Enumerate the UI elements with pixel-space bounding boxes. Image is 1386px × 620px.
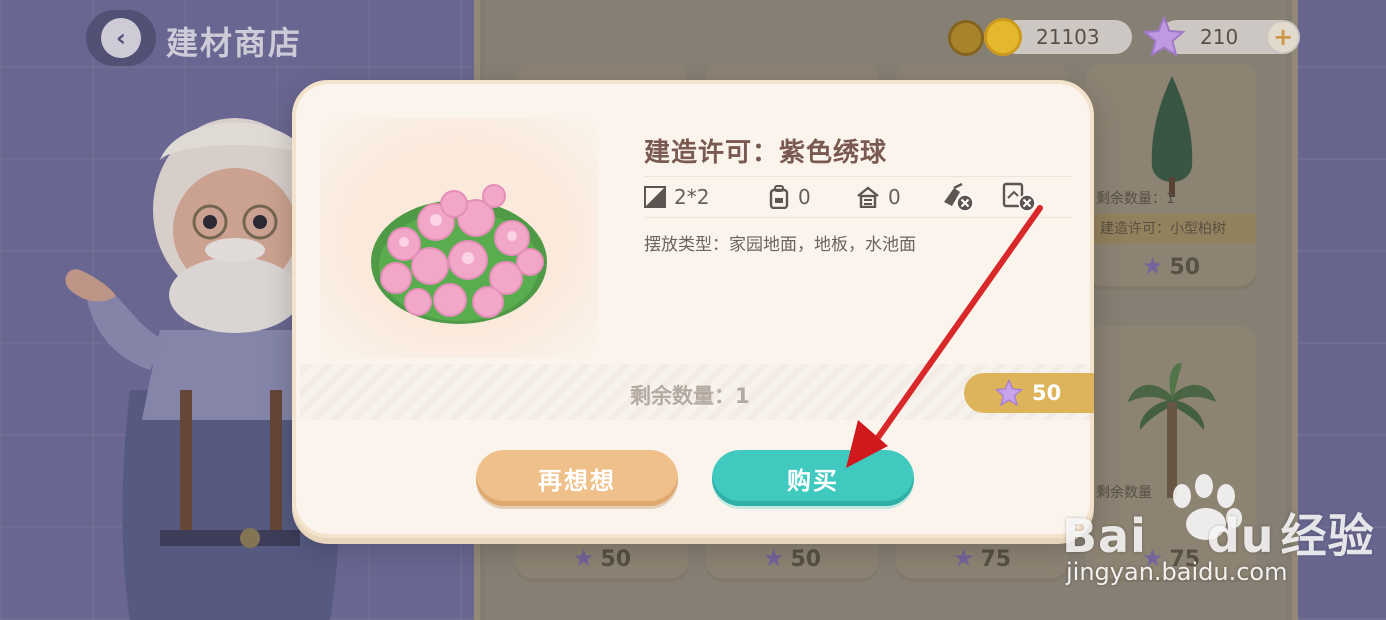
rethink-button[interactable]: 再想想 — [476, 450, 678, 506]
house-stat: 0 — [856, 185, 940, 209]
house-icon — [857, 186, 879, 208]
no-rotate-stat — [940, 182, 1002, 212]
watermark-brand-cn: 经验 — [1280, 509, 1375, 563]
purchase-dialog: 建造许可：紫色绣球 2*2 0 0 摆放类型：家园地面，地板，水池面 剩余数量：… — [292, 80, 1094, 538]
house-value: 0 — [888, 185, 901, 209]
item-preview — [320, 118, 598, 358]
size-stat: 2*2 — [644, 185, 768, 209]
no-paint-icon — [1002, 182, 1036, 212]
price-value: 50 — [1032, 381, 1062, 405]
watermark-url: jingyan.baidu.com — [1066, 558, 1288, 586]
watermark-brand: Bai du 经验 — [1062, 500, 1375, 566]
remaining-quantity: 剩余数量：1 — [630, 384, 750, 408]
no-decorate-stat — [1002, 182, 1064, 212]
backpack-icon — [769, 185, 789, 209]
area-size-icon — [644, 186, 666, 208]
watermark-brand-bai: Bai — [1062, 509, 1147, 563]
bag-stat: 0 — [768, 185, 856, 209]
item-title: 建造许可：紫色绣球 — [644, 138, 888, 168]
size-value: 2*2 — [674, 185, 710, 209]
hydrangea-bush-icon — [371, 184, 547, 324]
placement-type: 摆放类型：家园地面，地板，水池面 — [644, 235, 916, 255]
price-tag: 50 — [964, 373, 1094, 413]
bag-value: 0 — [798, 185, 811, 209]
star-icon — [994, 379, 1024, 407]
watermark-brand-du: du — [1206, 509, 1275, 563]
no-broom-icon — [944, 182, 974, 212]
buy-button[interactable]: 购买 — [712, 450, 914, 506]
item-stats: 2*2 0 0 — [644, 176, 1072, 218]
